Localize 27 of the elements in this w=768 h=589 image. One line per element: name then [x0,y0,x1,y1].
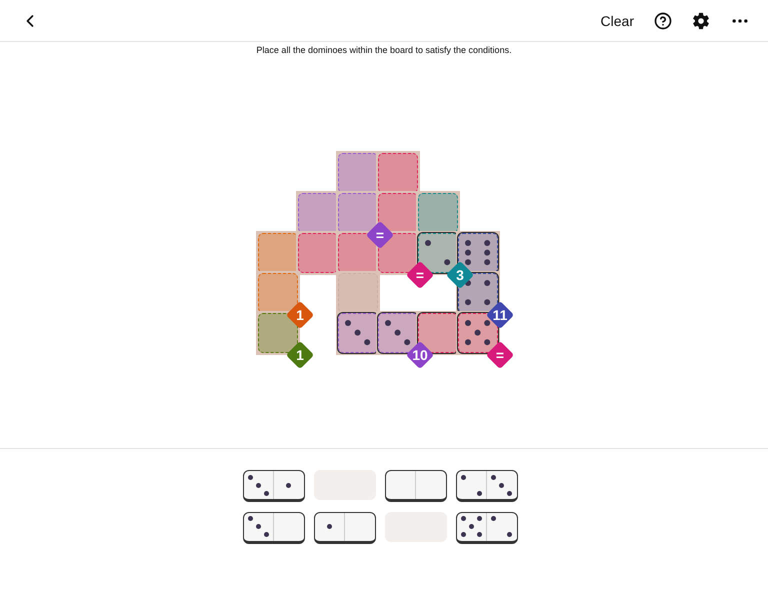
condition-badge: 3 [445,260,475,290]
board-cell[interactable] [418,193,458,233]
board-cell[interactable] [298,233,338,273]
board-cell[interactable] [258,273,298,313]
condition-badge: 1 [285,340,315,370]
help-icon[interactable] [654,12,672,30]
domino-tile[interactable] [456,512,518,544]
domino-tile[interactable] [242,512,304,544]
instruction-text: Place all the dominoes within the board to satisfy the conditions. [255,45,513,55]
clear-button[interactable]: Clear [600,12,634,28]
settings-icon[interactable] [692,12,710,30]
condition-badge: = [405,260,435,290]
domino-tile[interactable] [242,470,304,502]
domino-tile[interactable] [314,512,376,544]
board-cell[interactable] [418,233,458,273]
condition-badge: 1 [285,300,315,330]
board-cell[interactable] [378,233,418,273]
condition-badge: = [365,220,395,250]
board-cell[interactable] [258,313,298,353]
board-cell[interactable] [378,153,418,193]
board-cell[interactable] [338,273,378,313]
condition-badge: 10 [405,340,435,370]
board-cell[interactable] [338,313,378,353]
domino-tile[interactable] [384,470,446,502]
condition-badge: 11 [485,300,515,330]
domino-tile[interactable] [456,470,518,502]
condition-badge: = [485,340,515,370]
